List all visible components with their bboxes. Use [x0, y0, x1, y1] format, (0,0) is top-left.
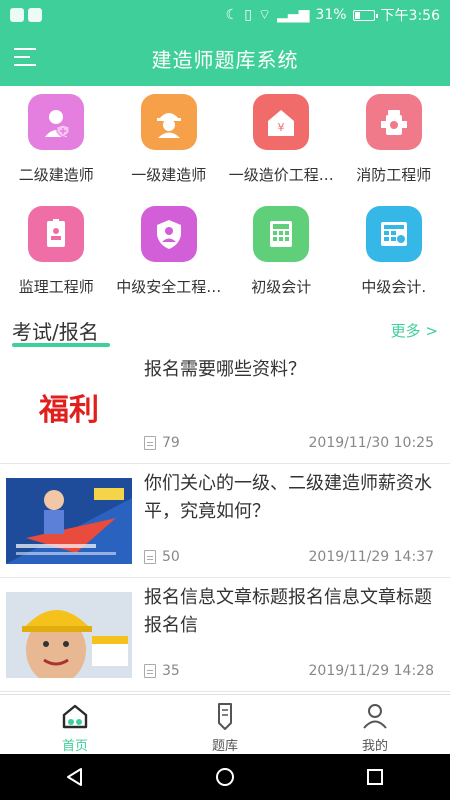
status-bar: ☾ ▯ ⌔ ▂▄▆ 31% 下午3:56 — [0, 0, 450, 30]
tab-label: 首页 — [61, 739, 88, 754]
calculator-icon — [253, 206, 310, 262]
worker-helmet-icon — [140, 94, 197, 150]
battery-percent: 31% — [315, 7, 347, 23]
worker-shield-icon — [28, 94, 85, 150]
app-bar: 建造师题库系统 — [0, 30, 450, 86]
status-left — [10, 8, 42, 22]
notification-app-icon-2 — [28, 8, 42, 22]
category-label: 初级会计 — [251, 278, 312, 296]
article-views: 50 — [144, 549, 180, 565]
article-date: 2019/11/30 10:25 — [308, 435, 435, 451]
category-label: 消防工程师 — [356, 166, 432, 184]
status-right: ☾ ▯ ⌔ ▂▄▆ 31% 下午3:56 — [226, 5, 440, 25]
menu-icon[interactable] — [14, 46, 38, 68]
vibrate-icon: ▯ — [244, 7, 252, 23]
tab-home[interactable]: 首页 — [0, 695, 150, 754]
article-thumbnail: 福利 — [6, 364, 132, 450]
hydrant-icon — [365, 94, 422, 150]
home-icon — [62, 704, 88, 729]
category-item[interactable]: 监理工程师 — [0, 198, 113, 310]
page-title: 建造师题库系统 — [151, 47, 299, 72]
tab-label: 题库 — [211, 739, 238, 754]
article-thumbnail — [6, 592, 132, 678]
section-title: 考试/报名 — [12, 320, 99, 344]
category-item[interactable]: 中级会计. — [338, 198, 450, 310]
system-nav-bar — [0, 754, 450, 800]
more-link[interactable]: 更多 > — [391, 320, 438, 341]
article-date: 2019/11/29 14:37 — [308, 549, 435, 565]
notification-app-icon — [10, 8, 24, 22]
views-count: 35 — [162, 663, 180, 679]
article-item[interactable]: 福利 报名需要哪些资料？ 79 2019/11/30 10:25 — [0, 350, 450, 464]
thumb-text: 福利 — [39, 393, 99, 428]
battery-fill — [354, 11, 360, 19]
user-icon — [363, 704, 387, 729]
category-label: 中级会计. — [361, 278, 427, 296]
category-item[interactable]: 消防工程师 — [338, 86, 450, 198]
signal-icon: ▂▄▆ — [277, 7, 310, 23]
article-views: 79 — [144, 435, 180, 451]
category-item[interactable]: 初级会计 — [225, 198, 338, 310]
thumbnail-illustration — [6, 592, 132, 678]
wifi-icon: ⌔ — [257, 7, 272, 23]
document-icon — [144, 664, 156, 678]
accounting-grid-icon — [365, 206, 422, 262]
document-icon — [144, 436, 156, 450]
article-views: 35 — [144, 663, 180, 679]
thumbnail-illustration — [6, 478, 132, 564]
article-meta: 35 2019/11/29 14:28 — [144, 663, 434, 679]
section-underline — [12, 343, 110, 347]
section-header: 考试/报名 更多 > — [0, 310, 450, 350]
category-item[interactable]: 二级建造师 — [0, 86, 113, 198]
category-label: 监理工程师 — [18, 278, 94, 296]
category-label: 一级造价工程… — [228, 166, 334, 184]
category-grid: 二级建造师 一级建造师 ¥ 一级造价工程… 消防工程师监理工程师 中级安全工程… 初级会计 中… — [0, 86, 450, 310]
category-item[interactable]: 一级建造师 — [113, 86, 226, 198]
tab-profile[interactable]: 我的 — [300, 695, 450, 754]
article-date: 2019/11/29 14:28 — [308, 663, 435, 679]
article-meta: 50 2019/11/29 14:37 — [144, 549, 434, 565]
document-icon — [144, 550, 156, 564]
category-item[interactable]: ¥ 一级造价工程… — [225, 86, 338, 198]
pencil-icon — [218, 703, 232, 730]
recents-icon[interactable] — [364, 766, 386, 788]
badge-icon — [28, 206, 85, 262]
category-item[interactable]: 中级安全工程… — [113, 198, 226, 310]
safety-shield-icon — [140, 206, 197, 262]
svg-text:¥: ¥ — [278, 121, 285, 134]
article-thumbnail — [6, 478, 132, 564]
bottom-tab-bar: 首页 题库 我的 — [0, 694, 450, 754]
tab-label: 我的 — [361, 739, 388, 754]
views-count: 50 — [162, 549, 180, 565]
article-meta: 79 2019/11/30 10:25 — [144, 435, 434, 451]
article-title: 你们关心的一级、二级建造师薪资水平，究竟如何？ — [144, 473, 432, 522]
battery-icon — [352, 9, 378, 21]
status-time: 下午3:56 — [380, 8, 440, 24]
article-item[interactable]: 报名信息文章标题报名信息文章标题报名信 35 2019/11/29 14:28 — [0, 578, 450, 692]
category-label: 二级建造师 — [18, 166, 94, 184]
home-circle-icon[interactable] — [214, 766, 236, 788]
article-title: 报名信息文章标题报名信息文章标题报名信 — [144, 587, 432, 636]
tab-question-bank[interactable]: 题库 — [150, 695, 300, 754]
article-title: 报名需要哪些资料？ — [144, 359, 306, 380]
back-icon[interactable] — [64, 766, 86, 788]
price-house-icon: ¥ — [253, 94, 310, 150]
moon-icon: ☾ — [225, 7, 239, 23]
category-label: 中级安全工程… — [116, 278, 222, 296]
category-label: 一级建造师 — [131, 166, 207, 184]
views-count: 79 — [162, 435, 180, 451]
article-item[interactable]: 你们关心的一级、二级建造师薪资水平，究竟如何？ 50 2019/11/29 14… — [0, 464, 450, 578]
